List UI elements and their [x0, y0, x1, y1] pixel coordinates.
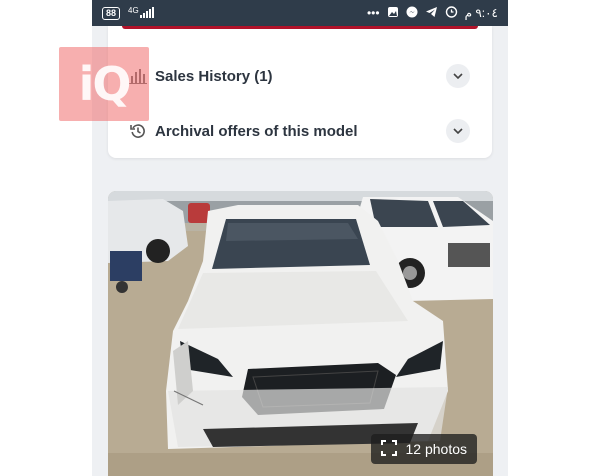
clock: ٩:٠٤ م	[464, 6, 498, 20]
fullscreen-icon	[380, 439, 397, 459]
accent-bar	[122, 26, 478, 29]
messenger-icon	[406, 6, 418, 21]
history-icon	[128, 121, 148, 141]
phone-screen: 88 4G ••• ٩:٠٤ م Sales History (1) Archi…	[92, 0, 508, 476]
signal-icon: 4G	[128, 6, 154, 21]
alarm-icon	[445, 5, 458, 21]
network-type: 4G	[128, 5, 139, 15]
battery-icon: 88	[102, 6, 121, 20]
status-bar: 88 4G ••• ٩:٠٤ م	[92, 0, 508, 26]
more-dots-icon: •••	[366, 6, 380, 20]
sales-history-label: Sales History (1)	[155, 67, 273, 85]
details-card: Sales History (1) Archival offers of thi…	[108, 26, 492, 158]
photos-count-button[interactable]: 12 photos	[370, 434, 477, 464]
archival-offers-label: Archival offers of this model	[155, 122, 358, 140]
photos-count-label: 12 photos	[405, 441, 468, 457]
sales-history-row[interactable]: Sales History (1)	[108, 56, 492, 96]
vehicle-photo[interactable]: 12 photos	[108, 191, 493, 476]
archival-offers-row[interactable]: Archival offers of this model	[108, 111, 492, 151]
telegram-icon	[425, 6, 438, 21]
watermark-logo: iQ	[59, 47, 149, 121]
gallery-icon	[387, 6, 399, 21]
chevron-down-icon[interactable]	[446, 119, 470, 143]
chevron-down-icon[interactable]	[446, 64, 470, 88]
watermark-text: iQ	[78, 57, 132, 111]
